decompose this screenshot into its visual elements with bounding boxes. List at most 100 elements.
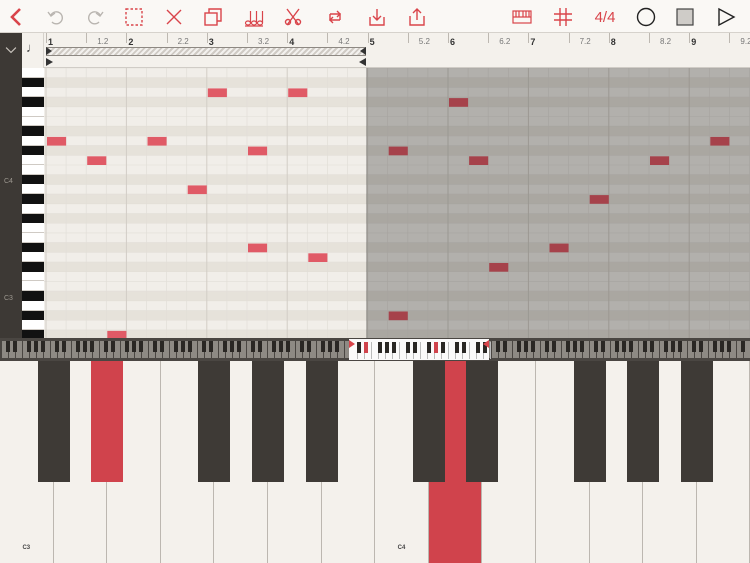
navigator-black-key: [237, 341, 241, 352]
midi-note[interactable]: [650, 156, 670, 165]
navigator-black-key: [601, 341, 605, 352]
roll-black-key[interactable]: [22, 97, 44, 107]
roll-black-key[interactable]: [22, 126, 44, 136]
midi-note[interactable]: [248, 146, 268, 156]
roll-black-key[interactable]: [22, 242, 44, 253]
navigator-window-divider: [448, 342, 449, 359]
record-icon[interactable]: [632, 3, 660, 31]
grid-icon[interactable]: [549, 3, 577, 31]
roll-keyboard[interactable]: [22, 68, 44, 338]
midi-note[interactable]: [288, 88, 308, 98]
black-key[interactable]: [91, 361, 124, 482]
roll-black-key[interactable]: [22, 194, 44, 204]
ruler-label: 1.2: [97, 37, 109, 46]
loop-end-marker[interactable]: [359, 58, 366, 66]
note-length-selector[interactable]: ♩: [22, 33, 44, 68]
play-icon[interactable]: [712, 3, 740, 31]
grid-row: [44, 87, 750, 98]
midi-note[interactable]: [207, 88, 227, 98]
grid-row: [44, 155, 750, 165]
midi-note[interactable]: [469, 156, 489, 165]
grid-row: [44, 116, 750, 127]
grid-row: [44, 252, 750, 262]
copy-icon[interactable]: [199, 3, 227, 31]
navigator-black-key: [62, 341, 66, 352]
undo-icon[interactable]: [42, 3, 70, 31]
navigator-black-key: [251, 341, 255, 352]
black-key[interactable]: [252, 361, 284, 482]
midi-note[interactable]: [47, 136, 67, 146]
redo-icon[interactable]: [81, 3, 109, 31]
roll-black-key[interactable]: [22, 329, 44, 338]
navigator-window-black-key: [392, 342, 396, 353]
grid-row: [44, 291, 750, 301]
black-key[interactable]: [466, 361, 499, 482]
delete-icon[interactable]: [160, 3, 188, 31]
navigator-window-black-key: [476, 342, 480, 353]
midi-note[interactable]: [308, 253, 328, 262]
select-icon[interactable]: [120, 3, 148, 31]
octave-label-c3: C3: [4, 295, 13, 302]
roll-black-key[interactable]: [22, 213, 44, 224]
navigator-left-handle[interactable]: [349, 340, 355, 348]
black-key[interactable]: [37, 361, 70, 482]
navigator-black-key: [76, 341, 80, 352]
timeline-ruler[interactable]: 1 1.2 2 2.2 3 3.2 4 4.2 5 5.2 6 6.2 7 7.2 8 8.2 9 9.2: [44, 33, 750, 68]
piano-view-icon[interactable]: [508, 3, 536, 31]
navigator-black-key: [202, 341, 206, 352]
time-signature[interactable]: 4/4: [590, 3, 620, 31]
roll-black-key[interactable]: [22, 310, 44, 321]
black-key[interactable]: [680, 361, 713, 482]
navigator-black-key: [230, 341, 234, 352]
piano-roll-grid[interactable]: [44, 68, 750, 338]
midi-note[interactable]: [489, 263, 509, 272]
midi-note[interactable]: [187, 185, 207, 195]
navigator-black-key: [125, 341, 129, 352]
navigator-black-key: [111, 341, 115, 352]
piano-keyboard[interactable]: C3 C4: [0, 361, 750, 563]
grid-row: [44, 68, 750, 78]
navigator-black-key: [524, 341, 528, 352]
back-chevron-icon[interactable]: [3, 3, 31, 31]
navigator-black-key: [132, 341, 136, 352]
roll-black-key[interactable]: [22, 291, 44, 301]
grid-row: [44, 174, 750, 185]
navigator-black-key: [671, 341, 675, 352]
midi-note[interactable]: [107, 330, 127, 338]
midi-note[interactable]: [248, 243, 268, 253]
loop-icon[interactable]: [321, 3, 349, 31]
ruler-label: 6: [450, 37, 456, 47]
midi-note[interactable]: [388, 311, 408, 321]
roll-black-key[interactable]: [22, 262, 44, 272]
ruler-tick: [488, 33, 490, 43]
keyboard-navigator[interactable]: [0, 338, 750, 361]
quantize-icon[interactable]: [240, 3, 268, 31]
ruler-label: 4: [289, 37, 295, 47]
black-key[interactable]: [412, 361, 445, 482]
black-key[interactable]: [305, 361, 338, 482]
black-key[interactable]: [198, 361, 231, 482]
collapse-toggle[interactable]: [0, 33, 22, 68]
navigator-black-key: [531, 341, 535, 352]
roll-black-key[interactable]: [22, 174, 44, 185]
midi-note[interactable]: [549, 243, 569, 253]
roll-black-key[interactable]: [22, 145, 44, 156]
midi-note[interactable]: [388, 146, 408, 156]
black-key[interactable]: [627, 361, 660, 482]
share-icon[interactable]: [403, 3, 431, 31]
midi-note[interactable]: [87, 156, 107, 165]
midi-note[interactable]: [147, 136, 167, 146]
midi-note[interactable]: [710, 136, 730, 146]
split-icon[interactable]: [279, 3, 307, 31]
navigator-window[interactable]: [349, 338, 491, 361]
midi-note[interactable]: [449, 98, 469, 107]
black-key[interactable]: [573, 361, 606, 482]
stop-icon[interactable]: [671, 3, 699, 31]
loop-start-marker[interactable]: [46, 58, 53, 66]
import-icon[interactable]: [363, 3, 391, 31]
navigator-right-handle[interactable]: [483, 340, 489, 348]
roll-black-key[interactable]: [22, 77, 44, 88]
ruler-label: 8.2: [660, 37, 672, 46]
midi-note[interactable]: [589, 195, 609, 204]
loop-region[interactable]: [46, 47, 366, 56]
